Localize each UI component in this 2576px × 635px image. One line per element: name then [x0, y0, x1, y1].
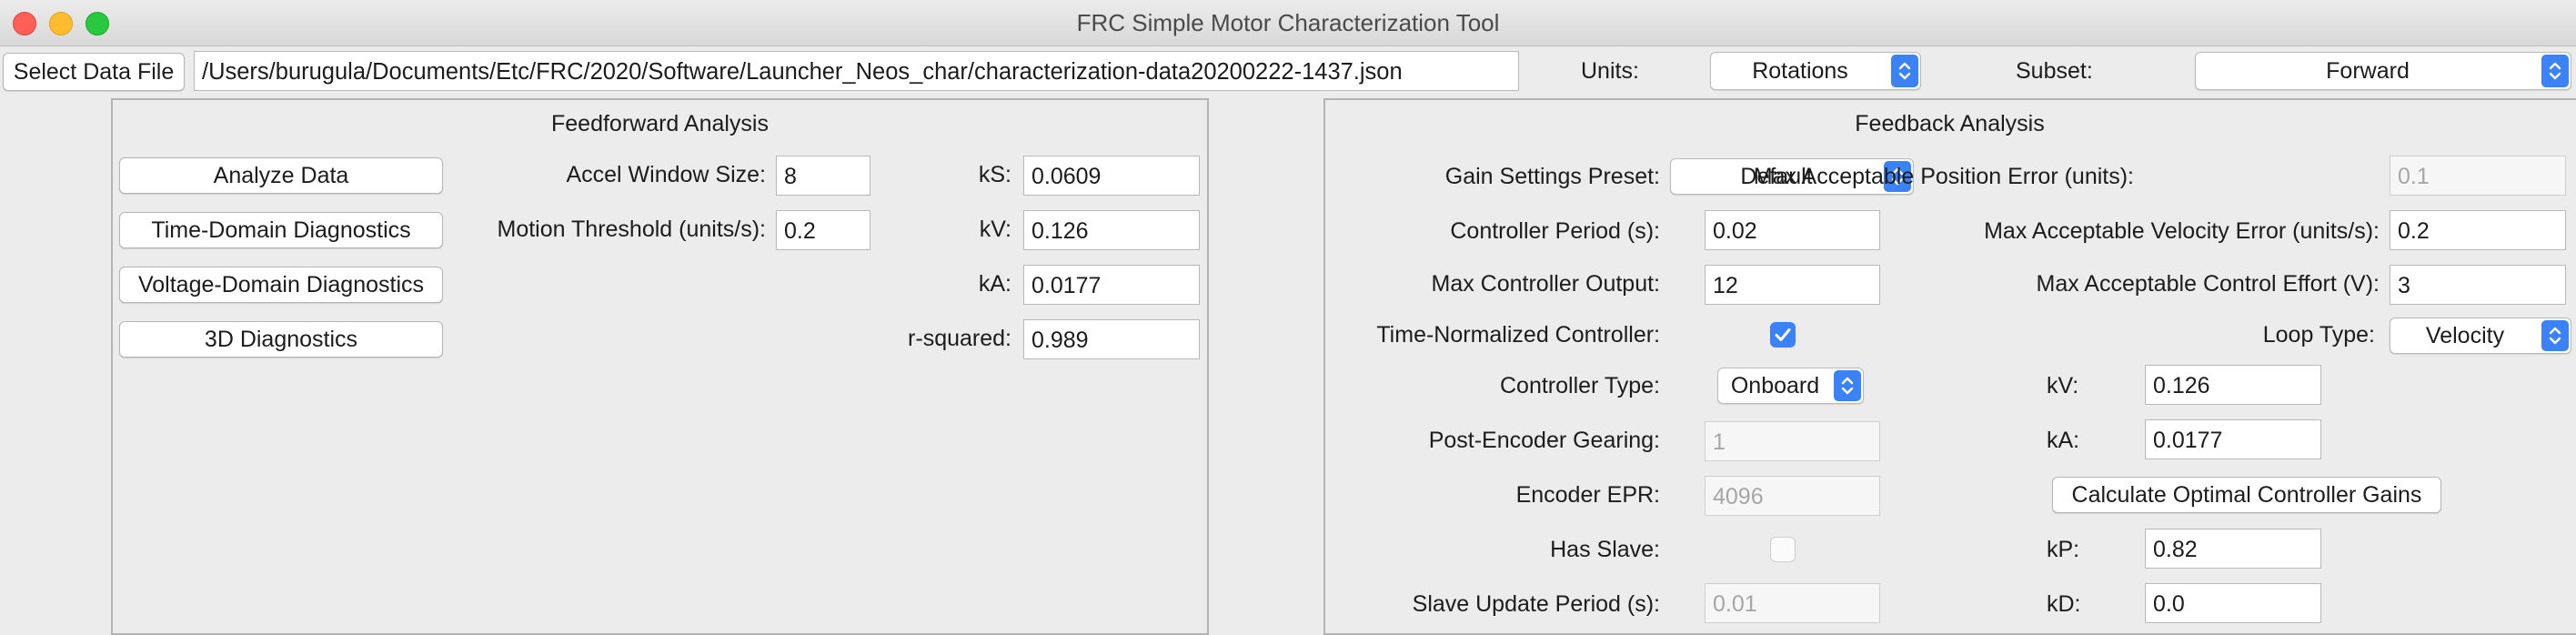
controller-type-label: Controller Type:: [1499, 373, 1660, 398]
accel-window-size-label: Accel Window Size:: [566, 162, 766, 187]
post-encoder-gearing-label: Post-Encoder Gearing:: [1428, 428, 1660, 453]
analyze-data-button[interactable]: Analyze Data: [119, 157, 443, 194]
subset-label: Subset:: [2016, 58, 2093, 84]
has-slave-checkbox: [1770, 537, 1796, 562]
3d-diagnostics-button[interactable]: 3D Diagnostics: [119, 321, 443, 358]
feedback-kv-label: kV:: [2047, 373, 2079, 398]
ks-label: kS:: [978, 162, 1011, 187]
controller-type-select[interactable]: Onboard: [1717, 368, 1864, 404]
max-velocity-error-label: Max Acceptable Velocity Error (units/s):: [1984, 218, 2380, 244]
controller-type-chevron-icon: [1834, 370, 1861, 401]
loop-type-select[interactable]: Velocity: [2390, 318, 2571, 354]
loop-type-chevron-icon: [2541, 320, 2569, 351]
units-label: Units:: [1581, 58, 1639, 84]
time-domain-diagnostics-button[interactable]: Time-Domain Diagnostics: [119, 212, 443, 248]
slave-update-period-input: 0.01: [1705, 583, 1880, 623]
units-select-value: Rotations: [1752, 58, 1848, 84]
units-select[interactable]: Rotations: [1710, 52, 1921, 90]
kp-input[interactable]: 0.82: [2145, 529, 2321, 569]
motion-threshold-label: Motion Threshold (units/s):: [497, 217, 767, 242]
feedforward-title: Feedforward Analysis: [550, 111, 769, 136]
feedback-ka-input[interactable]: 0.0177: [2145, 419, 2321, 459]
accel-window-size-input[interactable]: 8: [776, 156, 870, 196]
max-velocity-error-input[interactable]: 0.2: [2390, 210, 2566, 250]
loop-type-label: Loop Type:: [2262, 322, 2375, 348]
post-encoder-gearing-input: 1: [1705, 421, 1880, 461]
select-data-file-button[interactable]: Select Data File: [3, 53, 185, 91]
kd-label: kD:: [2047, 591, 2081, 617]
subset-chevron-icon: [2541, 55, 2569, 87]
encoder-epr-label: Encoder EPR:: [1515, 482, 1660, 508]
calculate-optimal-gains-button[interactable]: Calculate Optimal Controller Gains: [2052, 477, 2441, 513]
max-position-error-label: Max Acceptable Position Error (units):: [1753, 164, 2134, 189]
loop-type-value: Velocity: [2425, 323, 2505, 348]
voltage-domain-diagnostics-button[interactable]: Voltage-Domain Diagnostics: [119, 267, 443, 303]
feedback-kv-input[interactable]: 0.126: [2145, 365, 2321, 405]
max-position-error-input: 0.1: [2390, 156, 2566, 196]
subset-select[interactable]: Forward: [2195, 52, 2571, 90]
units-chevron-icon: [1891, 55, 1918, 87]
feedback-ka-label: kA:: [2047, 428, 2080, 453]
encoder-epr-input: 4096: [1705, 476, 1880, 516]
has-slave-label: Has Slave:: [1550, 537, 1660, 562]
ka-label: kA:: [978, 271, 1011, 297]
kp-label: kP:: [2047, 537, 2080, 562]
window-title: FRC Simple Motor Characterization Tool: [1076, 9, 1500, 36]
controller-type-value: Onboard: [1730, 373, 1820, 398]
data-file-path-field[interactable]: /Users/burugula/Documents/Etc/FRC/2020/S…: [194, 51, 1519, 91]
r-squared-label: r-squared:: [908, 326, 1011, 351]
max-control-effort-input[interactable]: 3: [2390, 265, 2566, 305]
subset-select-value: Forward: [2326, 58, 2410, 84]
max-control-effort-label: Max Acceptable Control Effort (V):: [2036, 271, 2380, 297]
kv-label: kV:: [979, 217, 1011, 242]
feedback-title: Feedback Analysis: [1855, 111, 2045, 136]
slave-update-period-label: Slave Update Period (s):: [1412, 591, 1660, 617]
kd-input[interactable]: 0.0: [2145, 583, 2321, 623]
motion-threshold-input[interactable]: 0.2: [776, 210, 870, 250]
